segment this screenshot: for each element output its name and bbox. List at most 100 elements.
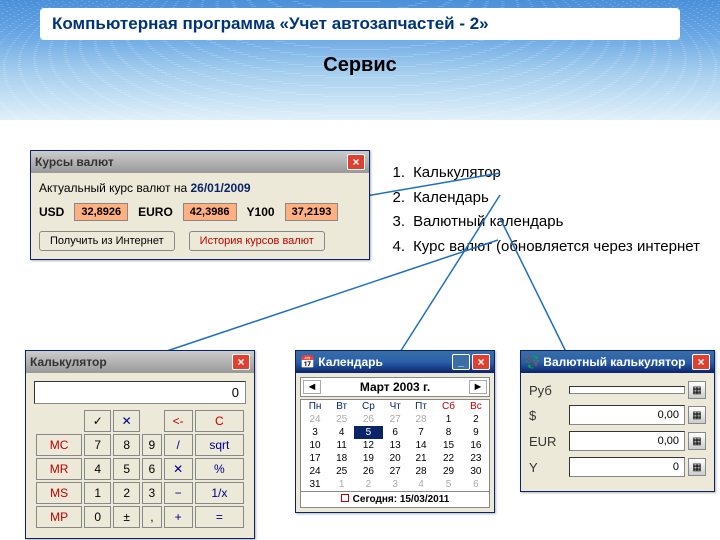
calendar-day[interactable]: 31 [301,478,329,491]
currency-input[interactable]: 0,00 [569,431,685,451]
calendar-day[interactable]: 5 [434,478,463,491]
currency-input[interactable]: 0,00 [569,405,685,425]
page-subtitle: Сервис [323,54,397,77]
calendar-day[interactable]: 24 [301,413,329,426]
window-title: Валютный калькулятор [543,355,685,369]
calendar-day[interactable]: 4 [408,478,434,491]
calc-key[interactable]: 8 [113,434,140,456]
calc-key[interactable]: C [195,410,244,432]
calc-key[interactable]: sqrt [195,434,244,456]
currency-rates-window: Курсы валют × Актуальный курс валют на 2… [30,150,370,260]
close-icon[interactable]: × [472,354,490,370]
calendar-day[interactable]: 21 [408,452,434,465]
minimize-icon[interactable]: _ [452,354,470,370]
prev-month-button[interactable]: ◄ [303,380,321,394]
calc-key[interactable]: + [164,506,193,528]
usd-value: 32,8926 [74,203,128,221]
calendar-day[interactable]: 14 [408,439,434,452]
calc-key[interactable]: 1/x [195,482,244,504]
currency-input[interactable]: 0 [569,457,685,477]
calendar-day[interactable]: 18 [329,452,354,465]
calc-key[interactable]: ✕ [164,458,193,480]
calculator-icon[interactable]: ▦ [688,458,706,476]
calendar-day[interactable]: 12 [354,439,382,452]
calendar-day[interactable]: 15 [434,439,463,452]
currency-label: Y [529,460,569,475]
calendar-day[interactable]: 27 [383,413,408,426]
calc-key[interactable]: 7 [84,434,111,456]
calendar-day[interactable]: 17 [301,452,329,465]
calc-key[interactable]: MR [36,458,82,480]
calc-key[interactable]: / [164,434,193,456]
calendar-day[interactable]: 13 [383,439,408,452]
calendar-day[interactable]: 26 [354,465,382,478]
calendar-day[interactable]: 11 [329,439,354,452]
calculator-icon[interactable]: ▦ [688,406,706,424]
calc-key[interactable]: MS [36,482,82,504]
calendar-day[interactable]: 5 [354,426,382,439]
calc-key[interactable]: <- [164,410,193,432]
calendar-day[interactable]: 6 [383,426,408,439]
calc-key[interactable]: 5 [113,458,140,480]
calendar-day[interactable]: 2 [463,413,489,426]
calc-key[interactable]: 0 [84,506,111,528]
rates-history-button[interactable]: История курсов валют [189,231,325,251]
calculator-icon[interactable]: ▦ [688,432,706,450]
calendar-day[interactable]: 3 [383,478,408,491]
calendar-day[interactable]: 25 [329,465,354,478]
close-icon[interactable]: × [347,154,365,170]
calendar-day[interactable]: 10 [301,439,329,452]
calendar-day[interactable]: 19 [354,452,382,465]
calc-key[interactable]: ± [113,506,140,528]
close-icon[interactable]: × [692,354,710,370]
calc-key[interactable]: 6 [142,458,161,480]
calendar-day[interactable]: 26 [354,413,382,426]
window-title: Калькулятор [30,355,107,369]
calc-key[interactable]: 3 [142,482,161,504]
calc-key[interactable]: 2 [113,482,140,504]
calendar-day[interactable]: 1 [434,413,463,426]
calendar-day[interactable]: 20 [383,452,408,465]
calendar-day[interactable]: 28 [408,413,434,426]
calendar-day[interactable]: 22 [434,452,463,465]
feature-list: 1.Калькулятор2.Календарь3.Валютный кален… [391,160,702,260]
calendar-day[interactable]: 8 [434,426,463,439]
calc-key[interactable]: − [164,482,193,504]
calendar-day[interactable]: 16 [463,439,489,452]
calc-key[interactable]: MC [36,434,82,456]
calendar-day[interactable]: 2 [354,478,382,491]
calc-key[interactable]: MP [36,506,82,528]
calendar-day[interactable]: 24 [301,465,329,478]
currency-label: $ [529,408,569,423]
calc-key[interactable]: 4 [84,458,111,480]
close-icon[interactable]: × [232,354,250,370]
today-row[interactable]: Сегодня: 15/03/2011 [301,491,489,507]
calendar-day[interactable]: 9 [463,426,489,439]
calendar-day[interactable]: 29 [434,465,463,478]
calendar-day[interactable]: 25 [329,413,354,426]
usd-label: USD [39,205,64,219]
calendar-day[interactable]: 28 [408,465,434,478]
calendar-day[interactable]: 4 [329,426,354,439]
calc-key[interactable]: = [195,506,244,528]
calendar-day[interactable]: 3 [301,426,329,439]
currency-input[interactable] [569,386,685,394]
calc-key[interactable]: % [195,458,244,480]
fetch-internet-button[interactable]: Получить из Интернет [39,231,175,251]
calendar-day[interactable]: 6 [463,478,489,491]
calc-key[interactable]: 1 [84,482,111,504]
next-month-button[interactable]: ► [469,380,487,394]
calendar-day[interactable]: 1 [329,478,354,491]
calendar-day[interactable]: 23 [463,452,489,465]
calc-key[interactable]: 9 [142,434,161,456]
calendar-day[interactable]: 30 [463,465,489,478]
calendar-day[interactable]: 7 [408,426,434,439]
calc-key[interactable]: ✕ [113,410,140,432]
calculator-display: 0 [34,381,246,404]
calculator-icon[interactable]: ▦ [688,381,706,399]
calc-key[interactable]: , [142,506,161,528]
calc-key[interactable]: ✓ [84,410,111,432]
currency-calc-icon: 💱 [525,355,540,369]
page-title: Компьютерная программа «Учет автозапчаст… [40,8,680,40]
calendar-day[interactable]: 27 [383,465,408,478]
